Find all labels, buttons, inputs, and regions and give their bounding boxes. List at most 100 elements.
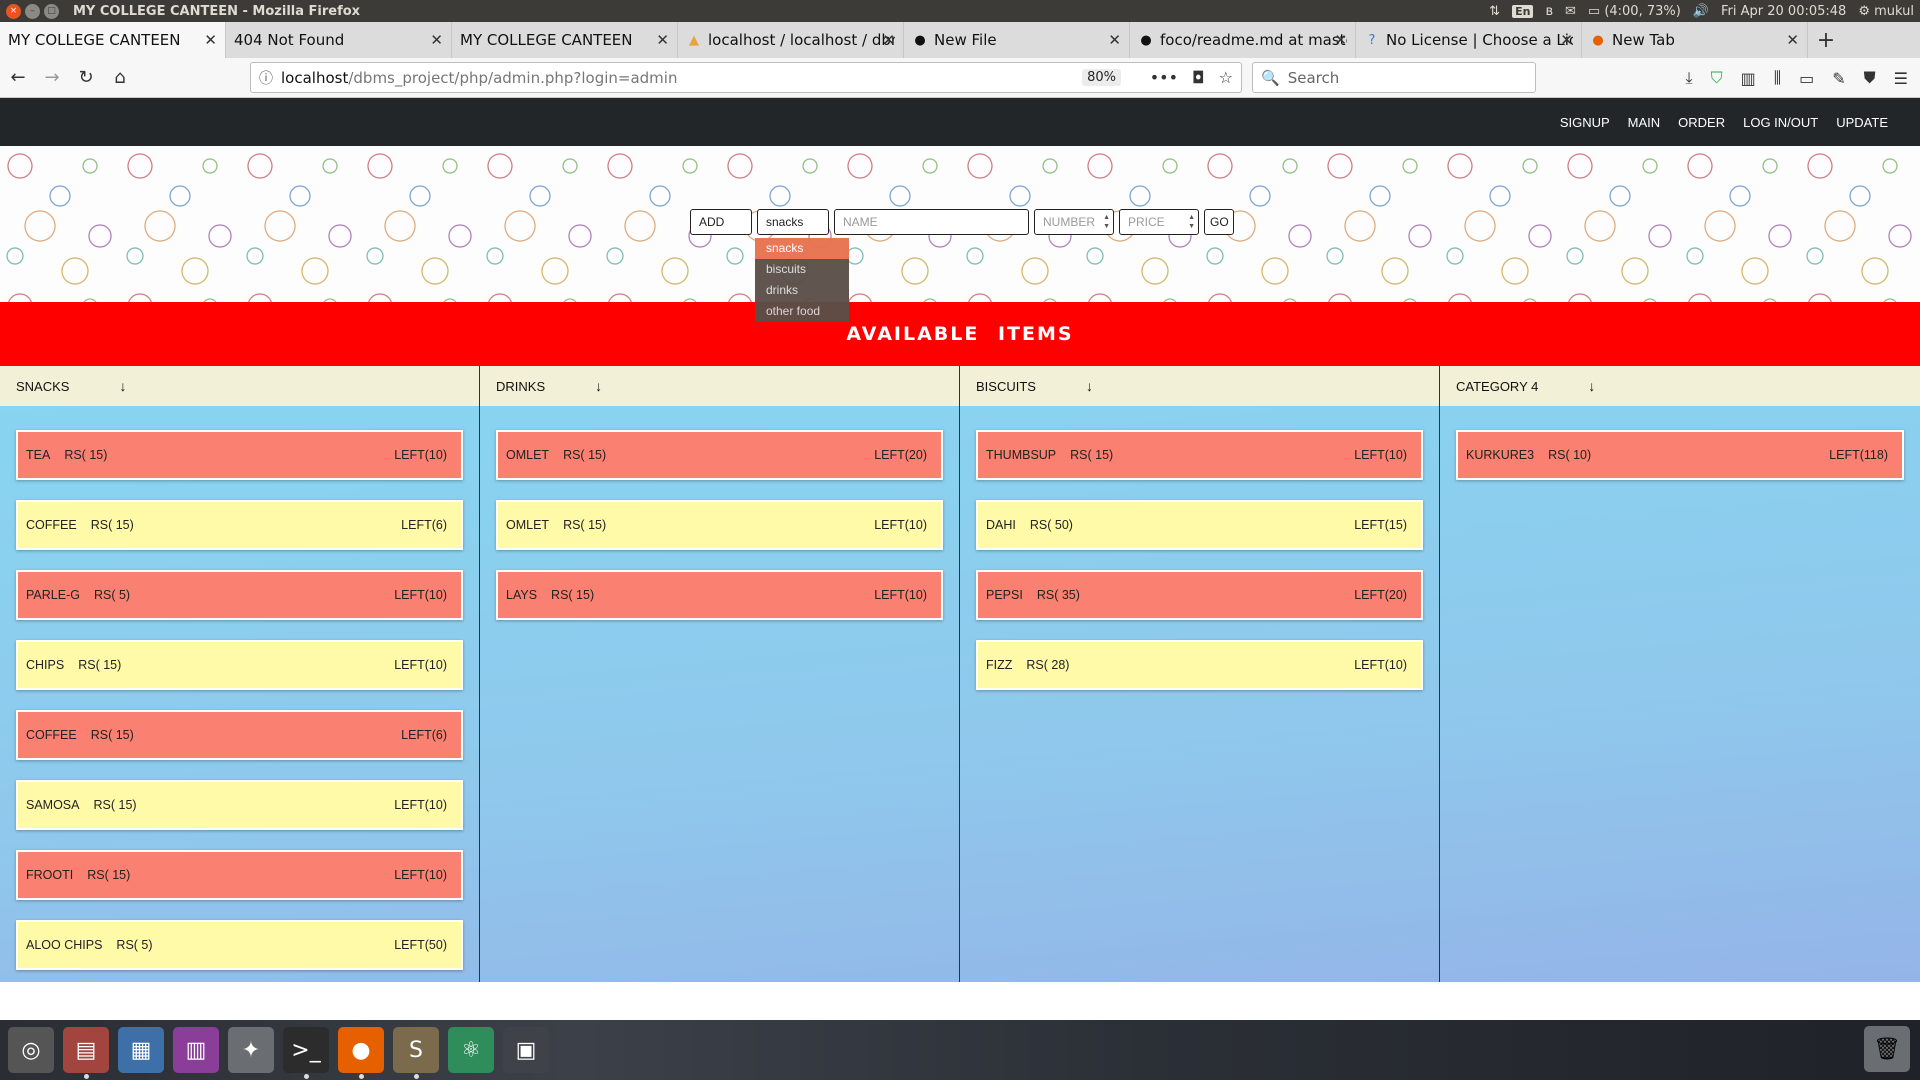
sort-arrow-icon[interactable]: ↓ <box>119 378 126 394</box>
dropdown-option[interactable]: biscuits <box>755 259 849 280</box>
sort-arrow-icon[interactable]: ↓ <box>1086 378 1093 394</box>
item-card[interactable]: KURKURE3 RS( 10) LEFT(118) <box>1456 430 1904 480</box>
network-icon[interactable]: ⇅ <box>1489 4 1500 19</box>
column-header[interactable]: SNACKS ↓ <box>0 366 479 406</box>
tab-canteen-active[interactable]: MY COLLEGE CANTEEN ✕ <box>0 22 226 58</box>
home-icon[interactable]: ⌂ <box>104 62 136 94</box>
tab-new-file[interactable]: ● New File ✕ <box>904 22 1130 58</box>
dropdown-option[interactable]: snacks <box>755 238 849 259</box>
clock[interactable]: Fri Apr 20 00:05:48 <box>1721 4 1846 19</box>
tab-foco-readme[interactable]: ● foco/readme.md at master ✕ <box>1130 22 1356 58</box>
price-field[interactable]: PRICE ▲ ▼ <box>1119 209 1199 235</box>
item-card[interactable]: OMLET RS( 15) LEFT(20) <box>496 430 943 480</box>
tab-close-icon[interactable]: ✕ <box>1108 31 1121 49</box>
tab-close-icon[interactable]: ✕ <box>1334 31 1347 49</box>
item-card[interactable]: ALOO CHIPS RS( 5) LEFT(50) <box>16 920 463 970</box>
item-card[interactable]: OMLET RS( 15) LEFT(10) <box>496 500 943 550</box>
trash-icon[interactable]: 🗑 <box>1864 1026 1910 1072</box>
dropdown-option[interactable]: drinks <box>755 280 849 301</box>
app-icon[interactable]: ▥ <box>173 1027 219 1073</box>
tab-no-license[interactable]: ? No License | Choose a License ✕ <box>1356 22 1582 58</box>
item-card[interactable]: CHIPS RS( 15) LEFT(10) <box>16 640 463 690</box>
item-card[interactable]: TEA RS( 15) LEFT(10) <box>16 430 463 480</box>
item-card[interactable]: FIZZ RS( 28) LEFT(10) <box>976 640 1423 690</box>
window-icon[interactable]: ▭ <box>1799 69 1814 88</box>
item-card[interactable]: DAHI RS( 50) LEFT(15) <box>976 500 1423 550</box>
tab-close-icon[interactable]: ✕ <box>1786 31 1799 49</box>
keyboard-layout[interactable]: En <box>1512 4 1534 18</box>
item-card[interactable]: COFFEE RS( 15) LEFT(6) <box>16 710 463 760</box>
maximize-window-icon[interactable]: □ <box>44 3 59 19</box>
category-select[interactable]: snacks <box>757 209 829 235</box>
ubuntu-dash-icon[interactable]: ◎ <box>8 1027 54 1073</box>
action-select[interactable]: ADD <box>690 209 752 235</box>
download-icon[interactable]: ⤓ <box>1686 68 1693 88</box>
tab-phpmyadmin[interactable]: ▲ localhost / localhost / dbms_project ✕ <box>678 22 904 58</box>
tab-close-icon[interactable]: ✕ <box>1560 31 1573 49</box>
item-card[interactable]: THUMBSUP RS( 15) LEFT(10) <box>976 430 1423 480</box>
bluetooth-icon[interactable]: ʙ <box>1545 4 1553 19</box>
reload-icon[interactable]: ↻ <box>70 62 102 94</box>
item-card[interactable]: COFFEE RS( 15) LEFT(6) <box>16 500 463 550</box>
site-info-icon[interactable]: ⓘ <box>259 68 273 88</box>
minimize-window-icon[interactable]: – <box>25 3 40 19</box>
workspace-icon[interactable]: ▣ <box>503 1027 549 1073</box>
library-icon[interactable]: ⫼ <box>1774 68 1781 88</box>
sidebar-icon[interactable]: ▥ <box>1741 69 1756 88</box>
sublime-text-icon[interactable]: S <box>393 1027 439 1079</box>
firefox-icon[interactable]: ● <box>338 1027 384 1079</box>
item-card[interactable]: LAYS RS( 15) LEFT(10) <box>496 570 943 620</box>
column-header[interactable]: DRINKS ↓ <box>480 366 959 406</box>
url-bar[interactable]: ⓘ localhost/dbms_project/php/admin.php?l… <box>250 62 1242 93</box>
item-card[interactable]: FROOTI RS( 15) LEFT(10) <box>16 850 463 900</box>
column-header[interactable]: BISCUITS ↓ <box>960 366 1439 406</box>
nav-link-login[interactable]: LOG IN/OUT <box>1743 115 1818 130</box>
atom-icon[interactable]: ⚛ <box>448 1027 494 1073</box>
extension-icon[interactable]: ⛊ <box>1864 68 1876 88</box>
nav-link-main[interactable]: MAIN <box>1628 115 1661 130</box>
user-menu[interactable]: ⚙ mukul <box>1858 4 1914 19</box>
settings-icon[interactable]: ✦ <box>228 1027 274 1073</box>
nav-link-order[interactable]: ORDER <box>1678 115 1725 130</box>
spinner-icon[interactable]: ▲ ▼ <box>1103 213 1110 231</box>
tab-close-icon[interactable]: ✕ <box>656 31 669 49</box>
battery-indicator[interactable]: ▭ (4:00, 73%) <box>1588 4 1681 19</box>
nav-link-update[interactable]: UPDATE <box>1836 115 1888 130</box>
search-input[interactable]: 🔍 Search <box>1252 62 1536 93</box>
tab-close-icon[interactable]: ✕ <box>882 31 895 49</box>
sort-arrow-icon[interactable]: ↓ <box>1588 378 1595 394</box>
item-card[interactable]: PARLE-G RS( 5) LEFT(10) <box>16 570 463 620</box>
dropdown-option[interactable]: other food <box>755 301 849 322</box>
column-header[interactable]: CATEGORY 4 ↓ <box>1440 366 1920 406</box>
pocket-icon[interactable]: ◘ <box>1192 68 1205 87</box>
hamburger-menu-icon[interactable]: ☰ <box>1894 69 1908 88</box>
eyedropper-icon[interactable]: ✎ <box>1832 69 1845 88</box>
item-card[interactable]: SAMOSA RS( 15) LEFT(10) <box>16 780 463 830</box>
tab-canteen[interactable]: MY COLLEGE CANTEEN ✕ <box>452 22 678 58</box>
sort-arrow-icon[interactable]: ↓ <box>595 378 602 394</box>
mail-icon[interactable]: ✉ <box>1565 4 1576 19</box>
back-icon[interactable]: ← <box>2 62 34 94</box>
number-field[interactable]: NUMBER ▲ ▼ <box>1034 209 1114 235</box>
tab-404[interactable]: 404 Not Found ✕ <box>226 22 452 58</box>
volume-icon[interactable]: 🔊 <box>1693 4 1709 19</box>
page-actions-icon[interactable]: ••• <box>1150 68 1178 87</box>
tab-close-icon[interactable]: ✕ <box>430 31 443 49</box>
text-editor-icon[interactable]: ▦ <box>118 1027 164 1073</box>
tab-label: New File <box>934 31 997 49</box>
shield-icon[interactable]: ⛉ <box>1711 68 1723 88</box>
tab-close-icon[interactable]: ✕ <box>204 31 217 49</box>
spinner-icon[interactable]: ▲ ▼ <box>1188 213 1195 231</box>
forward-icon[interactable]: → <box>36 62 68 94</box>
terminal-icon[interactable]: >_ <box>283 1027 329 1079</box>
bookmark-star-icon[interactable]: ☆ <box>1219 68 1233 87</box>
go-button[interactable]: GO <box>1204 209 1234 235</box>
zoom-level[interactable]: 80% <box>1082 69 1121 86</box>
close-window-icon[interactable]: × <box>6 3 21 19</box>
files-icon[interactable]: ▤ <box>63 1027 109 1079</box>
name-field[interactable]: NAME <box>834 209 1029 235</box>
new-tab-button[interactable]: + <box>1808 22 1844 58</box>
item-card[interactable]: PEPSI RS( 35) LEFT(20) <box>976 570 1423 620</box>
nav-link-signup[interactable]: SIGNUP <box>1560 115 1610 130</box>
tab-new-tab[interactable]: ● New Tab ✕ <box>1582 22 1808 58</box>
